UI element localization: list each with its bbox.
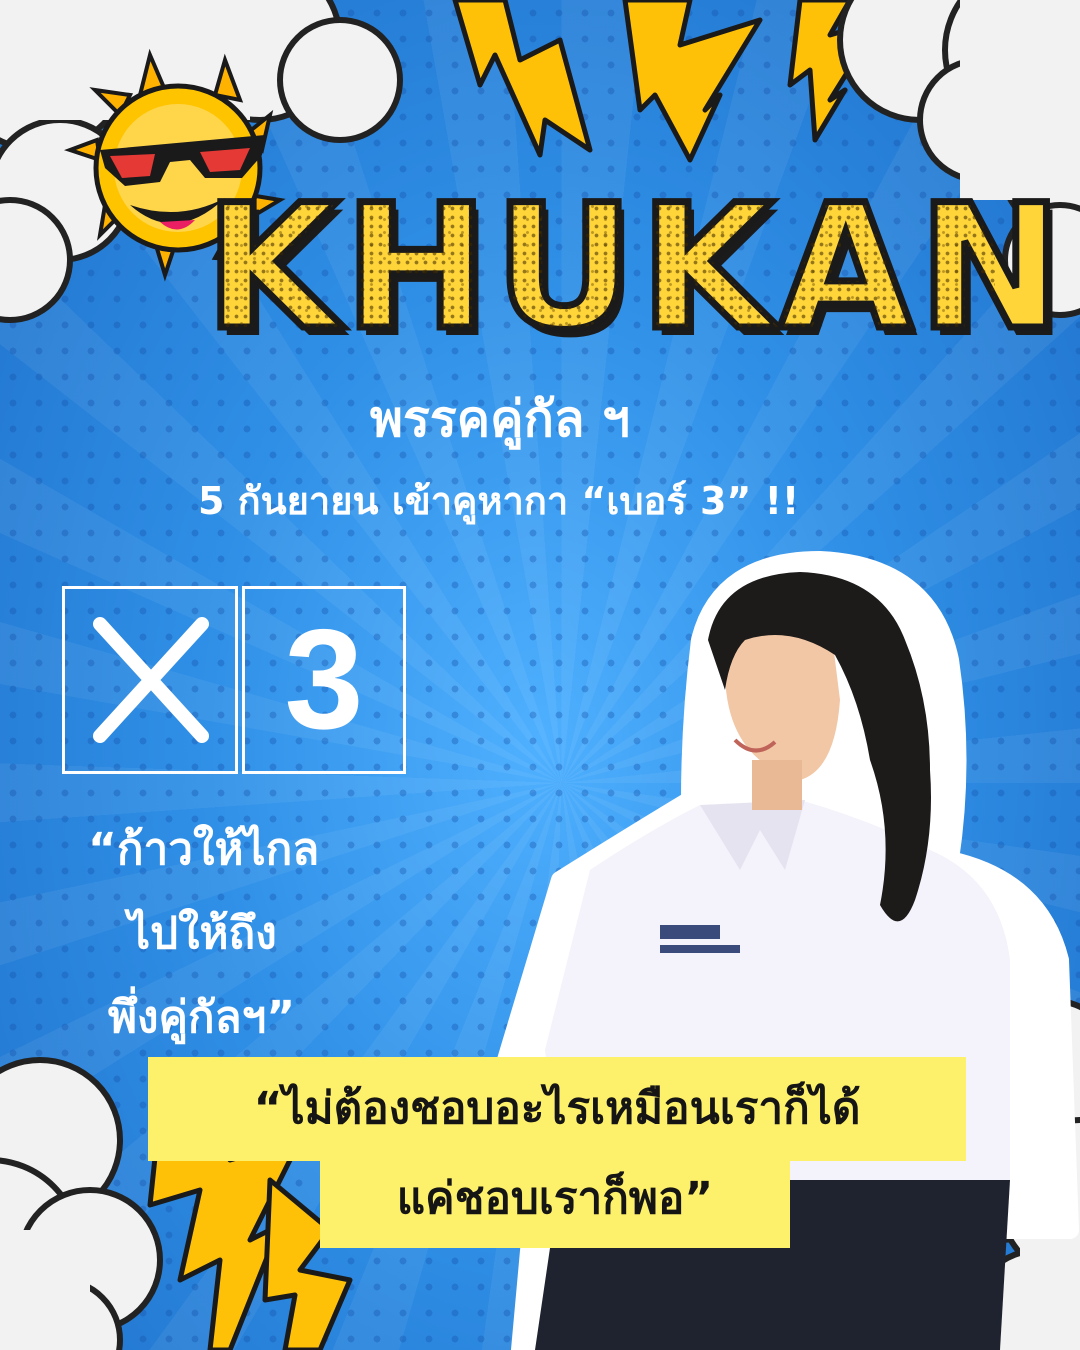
quote-line: แค่ชอบเราก็พอ” <box>320 1150 790 1248</box>
campaign-poster: KHUKAN KHUKAN พรรคคู่กัล ฯ 5 กันยายน เข้… <box>0 0 1080 1350</box>
quote-line: “ไม่ต้องชอบอะไรเหมือนเราก็ได้ <box>148 1057 966 1161</box>
